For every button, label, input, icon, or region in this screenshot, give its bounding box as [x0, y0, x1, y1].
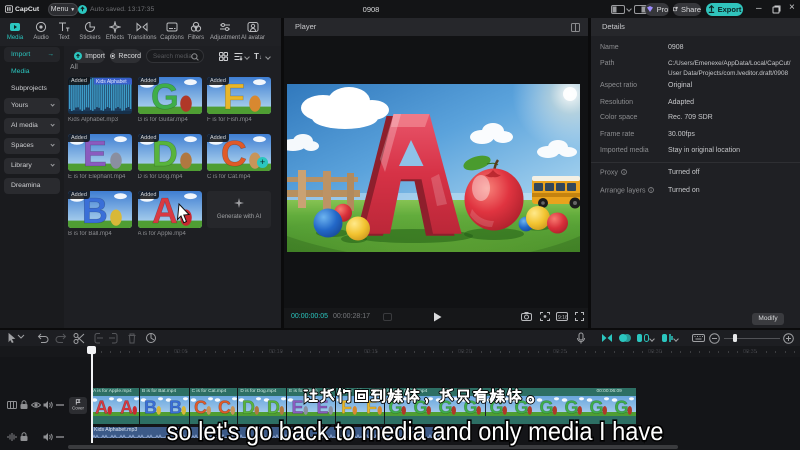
svg-text:A: A — [95, 397, 108, 416]
svg-text:A: A — [120, 397, 133, 416]
svg-text:9:16: 9:16 — [558, 315, 568, 321]
svg-text:so let's go back to media and: so let's go back to media and only media… — [167, 418, 664, 446]
svg-text:Kids Alphabet: Kids Alphabet — [96, 79, 127, 85]
svg-text:B: B — [144, 397, 157, 416]
